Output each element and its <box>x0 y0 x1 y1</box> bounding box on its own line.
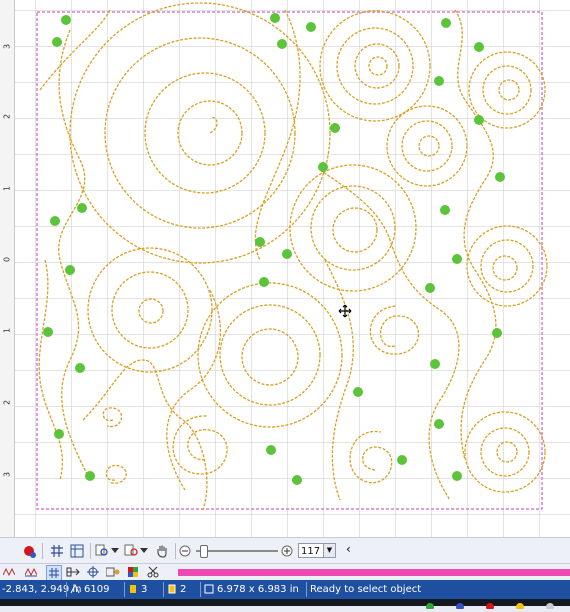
vertical-ruler: 3 2 1 0 1 2 3 <box>0 0 15 537</box>
os-taskbar <box>0 599 570 611</box>
ruler-label: 2 <box>2 113 12 120</box>
ruler-label: 1 <box>2 327 12 334</box>
chevron-left-icon[interactable]: ‹ <box>346 542 351 556</box>
zoom-in-button[interactable] <box>280 542 294 559</box>
hand-icon <box>157 545 167 558</box>
snap-icon <box>87 566 99 578</box>
status-divider <box>66 582 67 597</box>
select-tool-button[interactable] <box>46 565 62 581</box>
design-canvas[interactable] <box>15 0 570 537</box>
transform-icon <box>66 567 80 577</box>
zoom-slider-thumb[interactable] <box>200 545 208 558</box>
stitch-count-icon <box>70 580 80 599</box>
zoom-in-icon <box>281 545 293 556</box>
colors-count: 3 <box>141 584 148 595</box>
progress-bar <box>178 569 570 576</box>
design-size: 6.978 x 6.983 in <box>217 584 299 595</box>
bullet-icon <box>106 567 120 577</box>
color-palette-icon <box>128 567 138 577</box>
toolbar-separator <box>42 543 43 559</box>
stitch-tool-button[interactable] <box>2 565 16 579</box>
objects-icon <box>167 580 177 599</box>
show-rulers-button[interactable] <box>68 542 86 559</box>
ruler-label: 0 <box>2 256 12 263</box>
color-tool-button[interactable] <box>126 565 140 579</box>
ruler-label: 2 <box>2 399 12 406</box>
pan-hand-button[interactable] <box>153 542 171 559</box>
stitch-tool-button[interactable] <box>24 565 38 579</box>
trim-tool-button[interactable] <box>146 565 160 579</box>
view-toolbar: 117 % ▼ ‹ <box>0 537 570 564</box>
thread-colors-icon <box>128 580 138 599</box>
grid <box>15 0 570 537</box>
grid-icon <box>51 544 63 557</box>
objects-count: 2 <box>180 584 187 595</box>
status-divider <box>163 582 164 597</box>
status-divider <box>124 582 125 597</box>
snap-tool-button[interactable] <box>86 565 100 579</box>
toolbar-separator <box>90 543 91 559</box>
zoom-level-select[interactable]: 117 % ▼ <box>298 543 336 558</box>
design-size-icon <box>204 580 214 599</box>
magnifier-icon <box>95 544 108 556</box>
bullet-tool-button[interactable] <box>106 565 120 579</box>
ruler-label: 1 <box>2 185 12 192</box>
tools-toolbar <box>0 563 570 581</box>
ruler-icon <box>70 544 84 557</box>
zoom-fit-icon <box>124 544 138 556</box>
chevron-down-icon: ▼ <box>323 544 335 557</box>
ruler-label: 3 <box>2 43 12 50</box>
status-divider <box>306 582 307 597</box>
zoom-out-icon <box>179 545 191 556</box>
ruler-label: 3 <box>2 471 12 478</box>
zoom-slider-track <box>196 550 278 552</box>
select-grid-icon <box>49 568 59 578</box>
chevron-down-icon[interactable] <box>139 542 149 559</box>
show-grid-button[interactable] <box>48 542 66 559</box>
status-message: Ready to select object <box>310 584 422 595</box>
toolbar-separator <box>175 543 176 559</box>
record-icon <box>24 545 36 558</box>
scissors-icon <box>147 566 159 578</box>
stitch-icon <box>3 567 15 577</box>
zoom-out-button[interactable] <box>178 542 192 559</box>
status-divider <box>200 582 201 597</box>
record-button[interactable] <box>20 542 38 559</box>
stitch-alt-icon <box>25 567 37 577</box>
embroidery-design <box>15 0 570 537</box>
status-bar: -2.843, 2.949 in 6109 3 2 6.978 x 6.983 … <box>0 580 570 599</box>
stitch-count: 6109 <box>84 584 110 595</box>
transform-tool-button[interactable] <box>66 565 80 579</box>
chevron-down-icon[interactable] <box>110 542 120 559</box>
